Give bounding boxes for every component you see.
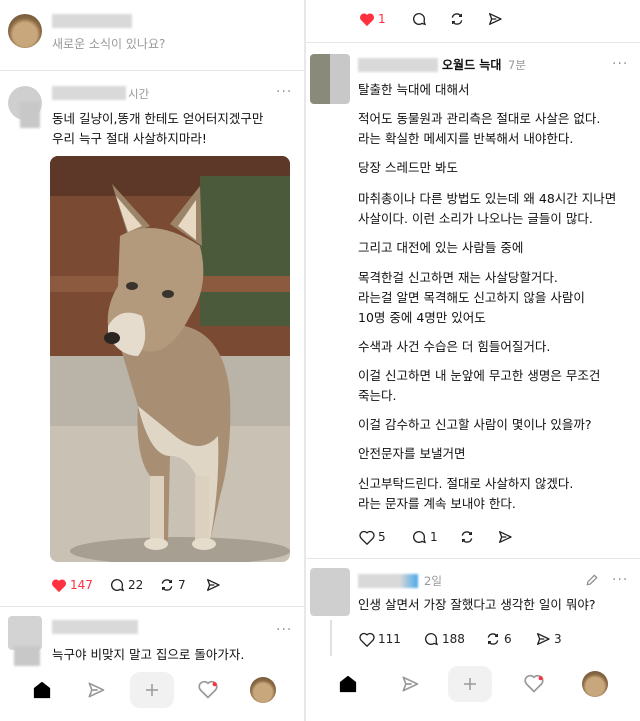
post-text-line: 안전문자를 보낼거면 — [358, 446, 466, 461]
more-options-icon[interactable]: ··· — [276, 84, 292, 100]
post-text-line: 마취총이나 다른 방법도 있는데 왜 48시간 지나면 — [358, 191, 617, 206]
like-count: 147 — [70, 578, 93, 592]
repost-icon-top[interactable] — [448, 10, 466, 28]
left-screen: 새로운 소식이 있나요? 시간 ··· 동네 길냥이,똥개 한테도 얻어터지겠구… — [0, 0, 304, 721]
edit-pencil-icon[interactable] — [584, 572, 600, 588]
create-post-button[interactable] — [130, 672, 174, 708]
author-name-suffix[interactable]: 오월드 늑대 — [442, 55, 501, 75]
author-avatar[interactable] — [310, 54, 350, 104]
like-count: 5 — [378, 530, 386, 544]
comment-icon[interactable] — [108, 576, 126, 594]
send-icon[interactable] — [84, 678, 108, 702]
blurred-author-name-2 — [358, 574, 418, 588]
like-icon-top[interactable] — [358, 10, 376, 28]
post-text-line: 10명 중에 4명만 있어도 — [358, 310, 486, 325]
share-count-2: 3 — [554, 632, 562, 646]
author-avatar-2[interactable] — [310, 568, 350, 616]
user-avatar[interactable] — [8, 14, 42, 48]
like-count-2: 111 — [378, 632, 401, 646]
share-icon-2[interactable] — [534, 630, 552, 648]
divider — [306, 42, 640, 43]
divider — [306, 558, 640, 559]
profile-avatar[interactable] — [250, 677, 276, 703]
profile-avatar[interactable] — [582, 671, 608, 697]
more-options-icon[interactable]: ··· — [612, 56, 628, 72]
repost-icon-2[interactable] — [484, 630, 502, 648]
post-text-line-2: 우리 늑구 절대 사살하지마라! — [52, 131, 207, 146]
post-text-line: 그리고 대전에 있는 사람들 중에 — [358, 240, 524, 255]
more-options-icon-2[interactable]: ··· — [276, 622, 292, 638]
blurred-author-name — [52, 86, 126, 100]
post-text-line: 이걸 감수하고 신고할 사람이 몇이나 있을까? — [358, 417, 592, 432]
post-text-line: 탈출한 늑대에 대해서 — [358, 82, 470, 97]
repost-count-2: 6 — [504, 632, 512, 646]
comment-icon-2[interactable] — [422, 630, 440, 648]
comment-count: 22 — [128, 578, 144, 592]
comment-count-2: 188 — [442, 632, 465, 646]
post-text-line: 목격한걸 신고하면 재는 사살당할거다. — [358, 270, 558, 285]
post-text-line: 라는걸 알면 목격해도 신고하지 않을 사람이 — [358, 290, 585, 305]
comment-icon[interactable] — [410, 528, 428, 546]
right-screen: 1 오월드 늑대 7분 ··· 탈출한 늑대에 대해서적어도 동물원과 관리측은… — [306, 0, 640, 721]
like-icon-2[interactable] — [358, 630, 376, 648]
post-text-line: 죽는다. — [358, 388, 397, 403]
home-icon[interactable] — [336, 672, 360, 696]
blurred-thread-line-2 — [14, 646, 40, 666]
wolf-cub-photo[interactable] — [50, 156, 290, 562]
divider — [0, 606, 304, 607]
blurred-author-name-2 — [52, 620, 138, 634]
repost-count: 7 — [178, 578, 186, 592]
repost-icon[interactable] — [458, 528, 476, 546]
post-text-line: 라는 문자를 계속 보내야 한다. — [358, 496, 516, 511]
repost-icon[interactable] — [158, 576, 176, 594]
create-post-button[interactable] — [448, 666, 492, 702]
post2-text: 늑구야 비맞지 말고 집으로 돌아가자. — [52, 647, 245, 662]
post-text-line: 수색과 사건 수습은 더 힘들어질거다. — [358, 339, 551, 354]
thread-line — [330, 620, 332, 656]
like-count-top: 1 — [378, 12, 386, 26]
share-icon[interactable] — [204, 576, 222, 594]
post-text-line: 적어도 동물원과 관리측은 절대로 사살은 없다. — [358, 111, 601, 126]
post-text-line: 이걸 신고하면 내 눈앞에 무고한 생명은 무조건 — [358, 368, 601, 383]
blurred-author-name — [358, 58, 438, 72]
send-icon[interactable] — [398, 672, 422, 696]
divider — [0, 70, 304, 71]
post-text-line: 라는 확실한 메세지를 반복해서 내야한다. — [358, 131, 574, 146]
post2-text: 인생 살면서 가장 잘했다고 생각한 일이 뭐야? — [358, 597, 596, 612]
comment-icon-top[interactable] — [410, 10, 428, 28]
blurred-thread-line — [20, 102, 40, 128]
post2-time: 2일 — [424, 574, 442, 588]
blurred-username — [52, 14, 132, 28]
author-avatar-2[interactable] — [8, 616, 42, 650]
like-icon[interactable] — [50, 576, 68, 594]
post-text-line: 사살이다. 이런 소리가 나오나는 글들이 많다. — [358, 211, 593, 226]
post-text-line-1: 동네 길냥이,똥개 한테도 얻어터지겠구만 — [52, 111, 264, 126]
post-text-line: 신고부탁드린다. 절대로 사살하지 않겠다. — [358, 476, 574, 491]
activity-heart-icon[interactable] — [522, 672, 546, 696]
like-icon[interactable] — [358, 528, 376, 546]
share-icon[interactable] — [496, 528, 514, 546]
comment-count: 1 — [430, 530, 438, 544]
activity-heart-icon[interactable] — [196, 678, 220, 702]
compose-placeholder[interactable]: 새로운 소식이 있나요? — [52, 34, 165, 54]
more-options-icon-2[interactable]: ··· — [612, 572, 628, 588]
post-time: 7분 — [508, 58, 526, 72]
post-time: 시간 — [128, 87, 150, 101]
post-text-line: 당장 스레드만 봐도 — [358, 160, 458, 175]
share-icon-top[interactable] — [486, 10, 504, 28]
home-icon[interactable] — [30, 678, 54, 702]
